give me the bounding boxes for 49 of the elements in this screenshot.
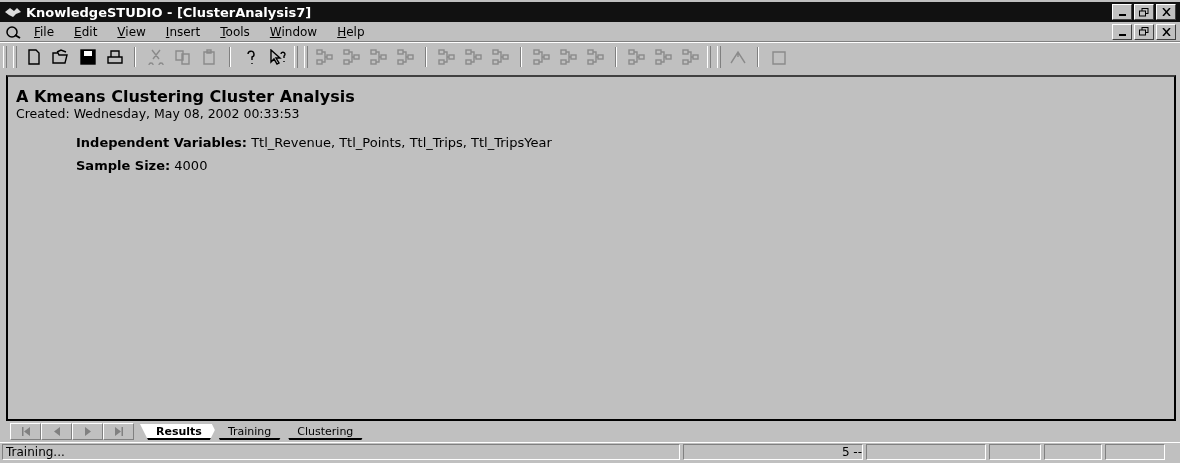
status-message: Training...	[6, 445, 65, 459]
menu-item[interactable]: File	[26, 24, 63, 39]
created-date: Created: Wednesday, May 08, 2002 00:33:53	[16, 106, 301, 121]
status-pane	[1105, 444, 1165, 460]
report-title: A Kmeans Clustering Cluster Analysis	[16, 87, 356, 106]
left-arrow-icon	[20, 427, 31, 436]
sheet-nav-button[interactable]	[41, 423, 72, 440]
minimize-icon	[1118, 14, 1126, 16]
status-pane	[989, 444, 1041, 460]
menu-item[interactable]: Help	[329, 24, 373, 39]
app-logo-icon	[4, 6, 22, 18]
report-field: Sample Size: 4000	[76, 158, 1166, 173]
node-diagram-icon[interactable]	[530, 46, 553, 68]
restore-button[interactable]	[1134, 23, 1154, 40]
node-diagram-icon[interactable]	[435, 46, 458, 68]
sheet-nav-button[interactable]	[103, 423, 134, 440]
node-diagram-icon[interactable]	[625, 46, 648, 68]
node-diagram-icon[interactable]	[367, 46, 390, 68]
node-diagram-icon[interactable]	[557, 46, 580, 68]
status-pane	[1044, 444, 1102, 460]
status-indicator: 5 --	[841, 445, 862, 459]
close-icon	[1161, 8, 1171, 16]
node-diagram-icon[interactable]	[340, 46, 363, 68]
node-diagram-icon[interactable]	[462, 46, 485, 68]
sheet-nav-button[interactable]	[10, 423, 41, 440]
minimize-button[interactable]	[1112, 4, 1132, 20]
left-arrow-icon	[51, 427, 62, 436]
minimize-button[interactable]	[1112, 23, 1132, 40]
menu-item[interactable]: Insert	[157, 24, 209, 39]
node-diagram-icon[interactable]	[584, 46, 607, 68]
menu-item[interactable]: View	[109, 24, 154, 39]
node-diagram-icon[interactable]	[679, 46, 702, 68]
restore-button[interactable]	[1134, 4, 1154, 20]
report-field: Independent Variables: Ttl_Revenue, Ttl_Points, Ttl_Trips, Ttl_TripsYear	[76, 135, 1166, 150]
menu-item[interactable]: Window	[261, 24, 326, 39]
menu-item[interactable]: Edit	[66, 24, 106, 39]
close-button[interactable]	[1156, 23, 1176, 40]
node-diagram-icon[interactable]	[489, 46, 512, 68]
close-icon	[1161, 27, 1171, 36]
sheet-nav-button[interactable]	[72, 423, 103, 440]
node-diagram-icon[interactable]	[313, 46, 336, 68]
menu-item[interactable]: Tools	[212, 24, 258, 39]
node-diagram-icon[interactable]	[652, 46, 675, 68]
right-arrow-icon	[113, 427, 124, 436]
right-arrow-icon	[82, 427, 93, 436]
window-title: KnowledgeSTUDIO - [ClusterAnalysis7]	[26, 4, 313, 20]
minimize-icon	[1118, 33, 1126, 36]
close-button[interactable]	[1156, 4, 1176, 20]
node-diagram-icon[interactable]	[394, 46, 417, 68]
